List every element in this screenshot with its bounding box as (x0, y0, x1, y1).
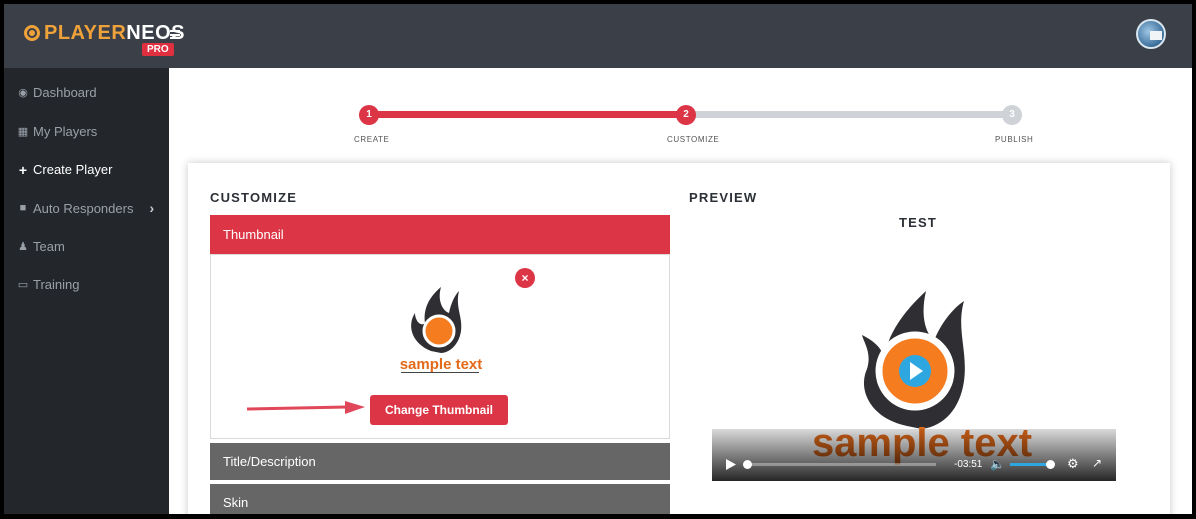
sidebar-item-my-players[interactable]: ▦ My Players (17, 124, 98, 139)
remove-thumbnail-button[interactable]: × (515, 268, 535, 288)
step-1-label: CREATE (354, 135, 390, 144)
edition-badge: PRO (142, 43, 174, 56)
seek-bar[interactable] (743, 460, 936, 469)
sidebar-item-label: Create Player (33, 162, 113, 177)
sidebar-item-label: Auto Responders (33, 200, 134, 216)
accordion-title-description-header[interactable]: Title/Description (210, 443, 670, 480)
change-thumbnail-button[interactable]: Change Thumbnail (370, 395, 508, 425)
sidebar-item-training[interactable]: ▭ Training (17, 277, 80, 292)
monitor-icon: ▭ (17, 278, 29, 291)
seek-handle[interactable] (743, 460, 752, 469)
player-controls: -03:51 🔈 ⚙ ↗ (712, 429, 1116, 481)
logo-flame-icon (24, 25, 40, 41)
sidebar-item-auto-responders[interactable]: ■ Auto Responders › (17, 200, 154, 216)
chevron-right-icon: › (149, 200, 155, 216)
grid-icon: ▦ (17, 125, 29, 138)
top-bar: PLAYERNEOS PRO (4, 4, 1192, 68)
sidebar-item-label: Dashboard (33, 85, 97, 100)
menu-toggle-icon[interactable] (170, 30, 180, 39)
sidebar-item-label: Training (33, 277, 80, 292)
volume-handle[interactable] (1046, 460, 1055, 469)
sidebar-item-team[interactable]: ♟ Team (17, 239, 65, 254)
settings-gear-icon[interactable]: ⚙ (1067, 456, 1079, 472)
app-window: PLAYERNEOS PRO ◉ Dashboard ▦ My Players … (4, 4, 1192, 514)
stepper-progress-remaining (686, 111, 1012, 118)
team-icon: ♟ (18, 240, 28, 253)
pointer-arrow-icon (247, 401, 365, 414)
sidebar-item-create-player[interactable]: + Create Player (17, 161, 113, 178)
accordion-thumbnail-header[interactable]: Thumbnail (210, 215, 670, 254)
thumbnail-image-text: sample text (400, 356, 483, 373)
dashboard-icon: ◉ (18, 86, 28, 99)
preview-heading: PREVIEW (689, 190, 758, 205)
step-2-indicator[interactable]: 2 (676, 105, 696, 125)
step-3-indicator[interactable]: 3 (1002, 105, 1022, 125)
volume-icon[interactable]: 🔈 (990, 457, 1005, 471)
main-content: 1 2 3 CREATE CUSTOMIZE PUBLISH CUSTOMIZE… (169, 68, 1192, 514)
sidebar: ◉ Dashboard ▦ My Players + Create Player… (4, 68, 169, 514)
stepper-progress-complete (369, 111, 686, 118)
step-3-label: PUBLISH (995, 135, 1034, 144)
video-player[interactable]: sample text -03:51 🔈 ⚙ ↗ (712, 251, 1116, 481)
step-2-label: CUSTOMIZE (667, 135, 720, 144)
sidebar-item-dashboard[interactable]: ◉ Dashboard (17, 85, 97, 100)
sidebar-item-label: My Players (33, 124, 98, 139)
brand-name: PLAYERNEOS (44, 22, 185, 44)
customize-heading: CUSTOMIZE (210, 190, 298, 205)
preview-player-name: TEST (898, 215, 938, 230)
sidebar-item-label: Team (33, 239, 65, 254)
accordion-thumbnail-body: sample text × Change Thumbnail (210, 254, 670, 439)
user-avatar[interactable] (1136, 19, 1166, 49)
thumbnail-image: sample text (400, 287, 483, 373)
time-remaining: -03:51 (954, 459, 983, 470)
plus-icon: + (18, 161, 28, 178)
fullscreen-icon[interactable]: ↗ (1092, 456, 1102, 470)
folder-icon: ■ (19, 202, 27, 214)
customize-card: CUSTOMIZE PREVIEW Thumbnail sample text … (188, 163, 1170, 514)
volume-slider[interactable] (1010, 460, 1055, 469)
play-icon[interactable] (726, 459, 736, 470)
step-1-indicator[interactable]: 1 (359, 105, 379, 125)
accordion-skin-header[interactable]: Skin (210, 484, 670, 514)
